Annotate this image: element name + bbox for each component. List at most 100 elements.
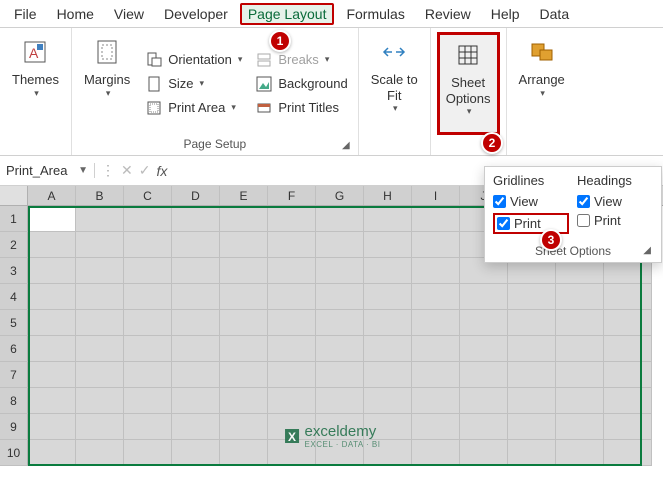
- print-titles-button[interactable]: Print Titles: [252, 98, 351, 118]
- cell[interactable]: [604, 414, 652, 440]
- background-button[interactable]: Background: [252, 74, 351, 94]
- gridlines-view-checkbox[interactable]: View: [493, 194, 569, 209]
- cell[interactable]: [604, 336, 652, 362]
- cell[interactable]: [220, 206, 268, 232]
- cell[interactable]: [556, 336, 604, 362]
- cell[interactable]: [364, 258, 412, 284]
- cell[interactable]: [364, 232, 412, 258]
- cell[interactable]: [220, 336, 268, 362]
- cell[interactable]: [172, 336, 220, 362]
- cell[interactable]: [76, 362, 124, 388]
- cell[interactable]: [316, 388, 364, 414]
- gridlines-view-input[interactable]: [493, 195, 506, 208]
- cell[interactable]: [124, 258, 172, 284]
- name-box-dropdown-icon[interactable]: ▼: [78, 165, 88, 176]
- cell[interactable]: [28, 414, 76, 440]
- cell[interactable]: [220, 310, 268, 336]
- gridlines-print-input[interactable]: [497, 217, 510, 230]
- cell[interactable]: [172, 362, 220, 388]
- cell[interactable]: [28, 362, 76, 388]
- col-header[interactable]: G: [316, 186, 364, 205]
- cell[interactable]: [412, 440, 460, 466]
- cell[interactable]: [268, 206, 316, 232]
- cell[interactable]: [220, 232, 268, 258]
- cell[interactable]: [124, 284, 172, 310]
- cell[interactable]: [172, 206, 220, 232]
- cell[interactable]: [172, 258, 220, 284]
- cell[interactable]: [172, 414, 220, 440]
- cell[interactable]: [76, 284, 124, 310]
- cell[interactable]: [268, 310, 316, 336]
- row-header[interactable]: 2: [0, 232, 28, 258]
- cell[interactable]: [76, 440, 124, 466]
- cell[interactable]: [556, 362, 604, 388]
- cell[interactable]: [268, 362, 316, 388]
- select-all-corner[interactable]: [0, 186, 28, 205]
- cell[interactable]: [316, 284, 364, 310]
- cell[interactable]: [556, 414, 604, 440]
- cell[interactable]: [172, 232, 220, 258]
- cell[interactable]: [508, 284, 556, 310]
- cell[interactable]: [412, 284, 460, 310]
- cell[interactable]: [364, 388, 412, 414]
- cell[interactable]: [364, 336, 412, 362]
- cell[interactable]: [556, 440, 604, 466]
- row-header[interactable]: 3: [0, 258, 28, 284]
- row-header[interactable]: 9: [0, 414, 28, 440]
- cell[interactable]: [220, 362, 268, 388]
- cell[interactable]: [604, 284, 652, 310]
- col-header[interactable]: B: [76, 186, 124, 205]
- cell[interactable]: [28, 284, 76, 310]
- cell[interactable]: [172, 284, 220, 310]
- cell[interactable]: [412, 362, 460, 388]
- themes-button[interactable]: A Themes: [6, 32, 65, 135]
- cell[interactable]: [316, 336, 364, 362]
- cell[interactable]: [460, 388, 508, 414]
- cell[interactable]: [28, 388, 76, 414]
- headings-view-input[interactable]: [577, 195, 590, 208]
- headings-print-checkbox[interactable]: Print: [577, 213, 653, 228]
- tab-view[interactable]: View: [106, 4, 152, 24]
- tab-formulas[interactable]: Formulas: [338, 4, 412, 24]
- cell[interactable]: [268, 284, 316, 310]
- cell[interactable]: [76, 206, 124, 232]
- sheet-options-launcher-icon[interactable]: ◢: [643, 245, 651, 256]
- cell[interactable]: [604, 440, 652, 466]
- cell[interactable]: [172, 388, 220, 414]
- cell[interactable]: [124, 440, 172, 466]
- page-setup-launcher-icon[interactable]: ◢: [342, 140, 350, 151]
- cell[interactable]: [460, 336, 508, 362]
- cell[interactable]: [268, 336, 316, 362]
- tab-page-layout[interactable]: Page Layout: [240, 3, 335, 25]
- col-header[interactable]: F: [268, 186, 316, 205]
- cell[interactable]: [124, 232, 172, 258]
- cell[interactable]: [604, 310, 652, 336]
- cell[interactable]: [28, 336, 76, 362]
- cell[interactable]: [412, 232, 460, 258]
- print-area-button[interactable]: Print Area: [142, 98, 246, 118]
- cell[interactable]: [124, 362, 172, 388]
- tab-help[interactable]: Help: [483, 4, 528, 24]
- col-header[interactable]: A: [28, 186, 76, 205]
- sheet-options-button[interactable]: Sheet Options: [437, 32, 500, 135]
- row-header[interactable]: 10: [0, 440, 28, 466]
- cell[interactable]: [220, 388, 268, 414]
- cell[interactable]: [460, 284, 508, 310]
- breaks-button[interactable]: Breaks: [252, 50, 351, 70]
- cell[interactable]: [508, 336, 556, 362]
- cell[interactable]: [556, 388, 604, 414]
- cell[interactable]: [412, 310, 460, 336]
- tab-review[interactable]: Review: [417, 4, 479, 24]
- size-button[interactable]: Size: [142, 74, 246, 94]
- cell[interactable]: [508, 440, 556, 466]
- cell[interactable]: [412, 206, 460, 232]
- cell[interactable]: [364, 310, 412, 336]
- headings-view-checkbox[interactable]: View: [577, 194, 653, 209]
- cell[interactable]: [28, 206, 76, 232]
- cell[interactable]: [364, 284, 412, 310]
- cell[interactable]: [124, 388, 172, 414]
- headings-print-input[interactable]: [577, 214, 590, 227]
- cell[interactable]: [220, 440, 268, 466]
- cell[interactable]: [76, 232, 124, 258]
- row-header[interactable]: 5: [0, 310, 28, 336]
